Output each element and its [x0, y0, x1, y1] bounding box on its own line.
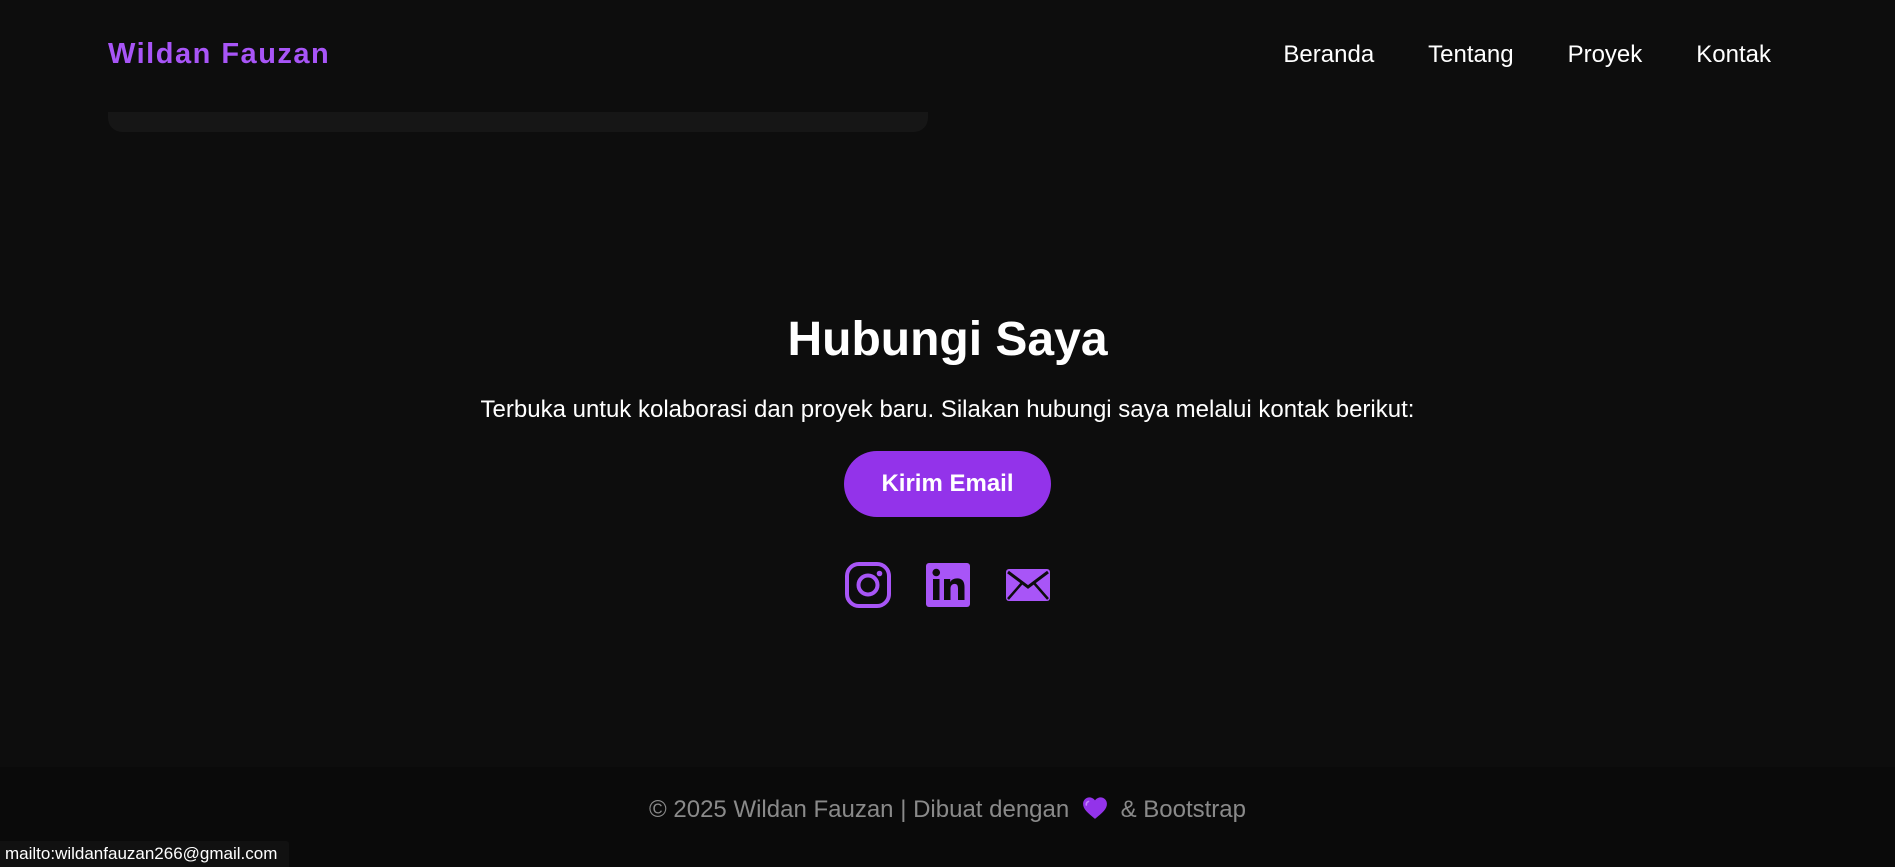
nav-item-kontak[interactable]: Kontak — [1696, 40, 1771, 70]
nav-item-tentang[interactable]: Tentang — [1428, 40, 1513, 70]
social-links — [0, 561, 1895, 609]
contact-description: Terbuka untuk kolaborasi dan proyek baru… — [480, 396, 1415, 423]
send-email-button[interactable]: Kirim Email — [844, 451, 1051, 517]
brand-logo[interactable]: Wildan Fauzan — [108, 38, 330, 71]
linkedin-icon[interactable] — [924, 561, 972, 609]
browser-status-bar: mailto:wildanfauzan266@gmail.com — [0, 841, 290, 867]
nav-links: Beranda Tentang Proyek Kontak — [1229, 40, 1771, 70]
envelope-icon[interactable] — [1004, 561, 1052, 609]
footer-text-before: © 2025 Wildan Fauzan | Dibuat dengan — [649, 796, 1070, 823]
footer-text-after: & Bootstrap — [1120, 796, 1246, 823]
navbar: Wildan Fauzan Beranda Tentang Proyek Kon… — [0, 0, 1895, 110]
footer-copyright: © 2025 Wildan Fauzan | Dibuat dengan & B… — [0, 795, 1895, 828]
nav-item-proyek[interactable]: Proyek — [1568, 40, 1643, 70]
page: Wildan Fauzan Beranda Tentang Proyek Kon… — [0, 0, 1895, 867]
purple-heart-icon — [1082, 796, 1108, 828]
project-card-bottom-edge — [108, 112, 928, 132]
contact-section: Hubungi Saya Terbuka untuk kolaborasi da… — [0, 300, 1895, 609]
instagram-icon[interactable] — [844, 561, 892, 609]
contact-title: Hubungi Saya — [787, 313, 1108, 366]
nav-item-beranda[interactable]: Beranda — [1283, 40, 1374, 70]
